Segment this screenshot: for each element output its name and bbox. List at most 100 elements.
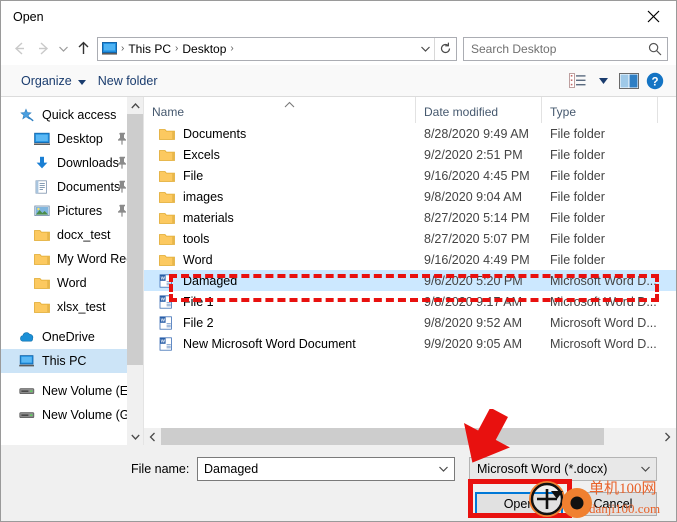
- sidebar-item-new-volume-e[interactable]: New Volume (E:): [1, 379, 143, 403]
- organize-button[interactable]: Organize: [15, 69, 92, 93]
- svg-text:W: W: [161, 338, 166, 343]
- file-name-cell: W File 1: [144, 294, 416, 310]
- back-arrow-icon[interactable]: [7, 37, 31, 61]
- folder-icon: [158, 210, 176, 226]
- table-row[interactable]: W Damaged 9/6/2020 5:20 PM Microsoft Wor…: [144, 270, 676, 291]
- file-name-cell: W New Microsoft Word Document: [144, 336, 416, 352]
- breadcrumb-item-this-pc[interactable]: This PC: [125, 42, 174, 56]
- close-icon[interactable]: [630, 1, 676, 32]
- folder-icon: [32, 225, 52, 245]
- sidebar-item-documents[interactable]: Documents: [1, 175, 143, 199]
- sidebar-item-label: Desktop: [57, 132, 103, 146]
- view-options-caret-down-icon[interactable]: [590, 69, 616, 93]
- table-row[interactable]: File 9/16/2020 4:45 PM File folder: [144, 165, 676, 186]
- recent-locations-chevron-icon[interactable]: [55, 37, 71, 61]
- forward-arrow-icon[interactable]: [31, 37, 55, 61]
- sidebar-item-pictures[interactable]: Pictures: [1, 199, 143, 223]
- command-bar: Organize New folder ?: [1, 65, 676, 97]
- table-row[interactable]: images 9/8/2020 9:04 AM File folder: [144, 186, 676, 207]
- folder-icon: [32, 249, 52, 269]
- table-row[interactable]: W File 1 9/8/2020 9:17 AM Microsoft Word…: [144, 291, 676, 312]
- breadcrumb-item-desktop[interactable]: Desktop: [179, 42, 229, 56]
- sidebar-scrollbar-thumb[interactable]: [127, 114, 143, 366]
- file-name-cell: tools: [144, 231, 416, 247]
- new-folder-button[interactable]: New folder: [92, 69, 164, 93]
- table-row[interactable]: W File 2 9/8/2020 9:52 AM Microsoft Word…: [144, 312, 676, 333]
- file-name-input[interactable]: Damaged: [197, 457, 455, 481]
- svg-text:W: W: [161, 275, 166, 280]
- table-row[interactable]: Excels 9/2/2020 2:51 PM File folder: [144, 144, 676, 165]
- file-name-value: Damaged: [204, 462, 259, 476]
- file-type-select[interactable]: Microsoft Word (*.docx): [469, 457, 657, 481]
- pictures-icon: [32, 201, 52, 221]
- file-rows: Documents 8/28/2020 9:49 AM File folder …: [144, 123, 676, 428]
- sidebar-item-label: Downloads: [57, 156, 119, 170]
- scroll-up-icon[interactable]: [127, 97, 143, 114]
- dialog-body: Quick access Desktop Downloads Documents…: [1, 97, 676, 445]
- scroll-right-icon[interactable]: [659, 428, 676, 445]
- view-options-icon[interactable]: [564, 69, 590, 93]
- address-bar[interactable]: › This PC › Desktop ›: [97, 36, 457, 61]
- search-icon: [643, 38, 667, 60]
- sidebar-item-xlsx-test[interactable]: xlsx_test: [1, 295, 143, 319]
- sidebar-scrollbar[interactable]: [127, 97, 143, 445]
- sidebar-item-quick-access[interactable]: Quick access: [1, 103, 143, 127]
- file-type-value: Microsoft Word (*.docx): [477, 462, 608, 476]
- horizontal-scrollbar-thumb[interactable]: [161, 428, 605, 445]
- sidebar-item-label: docx_test: [57, 228, 111, 242]
- file-type-chevron-down-icon[interactable]: [634, 458, 656, 480]
- sidebar-item-word[interactable]: Word: [1, 271, 143, 295]
- new-folder-label: New folder: [97, 73, 158, 88]
- table-row[interactable]: Documents 8/28/2020 9:49 AM File folder: [144, 123, 676, 144]
- folder-icon: [158, 126, 176, 142]
- file-list-pane: Name Date modified Type Documents 8/28/2…: [143, 97, 676, 445]
- file-name-chevron-down-icon[interactable]: [432, 458, 454, 480]
- refresh-icon[interactable]: [434, 37, 456, 60]
- date-modified-cell: 9/16/2020 4:45 PM: [424, 168, 530, 183]
- svg-text:W: W: [161, 296, 166, 301]
- svg-text:W: W: [161, 317, 166, 322]
- sidebar-item-desktop[interactable]: Desktop: [1, 127, 143, 151]
- open-button[interactable]: Open: [475, 492, 563, 516]
- sidebar-item-docx-test[interactable]: docx_test: [1, 223, 143, 247]
- column-headers: Name Date modified Type: [144, 97, 676, 123]
- drive-icon: [17, 381, 37, 401]
- up-arrow-icon[interactable]: [71, 37, 95, 61]
- scroll-left-icon[interactable]: [144, 428, 161, 445]
- sidebar-item-this-pc[interactable]: This PC: [1, 349, 143, 373]
- column-header-type[interactable]: Type: [542, 97, 658, 123]
- help-icon[interactable]: ?: [642, 69, 668, 93]
- folder-icon: [32, 297, 52, 317]
- drive-icon: [17, 405, 37, 425]
- table-row[interactable]: tools 8/27/2020 5:07 PM File folder: [144, 228, 676, 249]
- type-cell: File folder: [550, 189, 605, 204]
- folder-icon: [158, 168, 176, 184]
- word-document-icon: W: [158, 294, 176, 310]
- horizontal-scrollbar-track[interactable]: [161, 428, 659, 445]
- sidebar-item-new-volume-g[interactable]: New Volume (G:): [1, 403, 143, 427]
- scroll-down-icon[interactable]: [127, 428, 143, 445]
- table-row[interactable]: Word 9/16/2020 4:49 PM File folder: [144, 249, 676, 270]
- sidebar-item-label: Pictures: [57, 204, 103, 218]
- breadcrumb-separator[interactable]: ›: [229, 43, 234, 54]
- file-name-text: Documents: [183, 126, 247, 141]
- table-row[interactable]: materials 8/27/2020 5:14 PM File folder: [144, 207, 676, 228]
- column-header-name[interactable]: Name: [144, 97, 416, 123]
- caret-down-icon: [77, 74, 86, 88]
- file-name-text: File 1: [183, 294, 214, 309]
- preview-pane-icon[interactable]: [616, 69, 642, 93]
- file-list-horizontal-scrollbar[interactable]: [144, 428, 676, 445]
- chevron-down-icon[interactable]: [416, 38, 434, 60]
- sidebar-scrollbar-track[interactable]: [127, 114, 143, 428]
- sidebar-item-onedrive[interactable]: OneDrive: [1, 325, 143, 349]
- sidebar-item-my-word-recov[interactable]: My Word Recov: [1, 247, 143, 271]
- file-name-cell: W File 2: [144, 315, 416, 331]
- folder-icon: [32, 273, 52, 293]
- cancel-button[interactable]: Cancel: [569, 492, 657, 516]
- type-cell: File folder: [550, 210, 605, 225]
- search-input[interactable]: Search Desktop: [463, 36, 668, 61]
- type-cell: File folder: [550, 147, 605, 162]
- sidebar-item-downloads[interactable]: Downloads: [1, 151, 143, 175]
- column-header-date-modified[interactable]: Date modified: [416, 97, 542, 123]
- table-row[interactable]: W New Microsoft Word Document 9/9/2020 9…: [144, 333, 676, 354]
